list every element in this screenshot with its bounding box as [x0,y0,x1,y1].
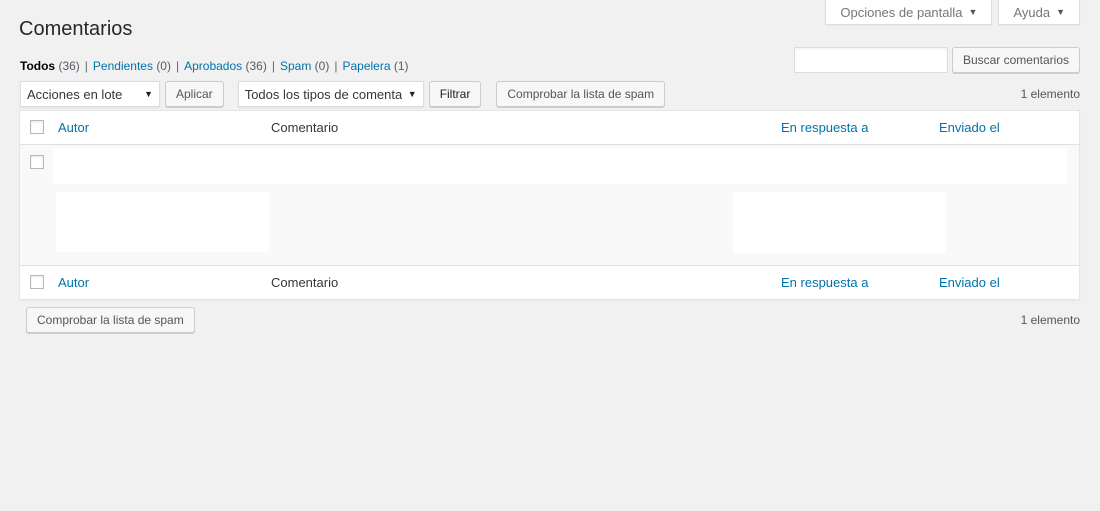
search-input[interactable] [793,47,948,73]
column-submitted[interactable]: Enviado el [939,120,1000,135]
item-count: 1 elemento [1020,87,1080,101]
filter-all[interactable]: Todos (36) [20,59,80,73]
comment-type-select[interactable]: Todos los tipos de comentarios ▼ [237,81,424,107]
select-all-checkbox[interactable] [30,120,44,134]
filter-pending[interactable]: Pendientes [93,59,153,73]
table-row [20,145,1079,265]
column-author[interactable]: Autor [58,275,89,290]
table-header: Autor Comentario En respuesta a Enviado … [20,111,1079,145]
status-filters: Todos (36) | Pendientes (0) | Aprobados (36)… [20,59,409,73]
caret-down-icon: ▼ [407,89,417,99]
filter-approved[interactable]: Aprobados [184,59,242,73]
bulk-actions-select[interactable]: Acciones en lote ▼ [20,81,160,107]
redacted-area [56,192,269,252]
caret-down-icon: ▼ [968,7,978,17]
filter-trash[interactable]: Papelera [342,59,390,73]
redacted-area [733,192,946,254]
apply-button[interactable]: Aplicar [165,81,224,107]
comment-type-label: Todos los tipos de comentarios [244,86,402,102]
row-checkbox[interactable] [30,155,44,169]
bulk-actions-label: Acciones en lote [27,86,123,102]
comments-table: Autor Comentario En respuesta a Enviado … [19,110,1080,300]
column-comment: Comentario [271,120,339,135]
help-button[interactable]: Ayuda ▼ [998,0,1080,25]
search-box: Buscar comentarios [793,47,1080,73]
tablenav-bottom: Comprobar la lista de spam 1 elemento [20,307,1080,333]
caret-down-icon: ▼ [144,89,153,99]
tablenav-top: Acciones en lote ▼ Aplicar Todos los tip… [20,81,1080,107]
column-in-response-to[interactable]: En respuesta a [781,275,868,290]
screen-meta-links: Opciones de pantalla ▼ Ayuda ▼ [825,0,1080,25]
filter-button[interactable]: Filtrar [428,81,482,107]
screen-options-label: Opciones de pantalla [840,4,963,20]
screen-options-button[interactable]: Opciones de pantalla ▼ [825,0,993,25]
check-spam-button[interactable]: Comprobar la lista de spam [496,81,666,107]
item-count: 1 elemento [1020,313,1080,327]
check-spam-button[interactable]: Comprobar la lista de spam [26,307,195,333]
page-title: Comentarios [19,18,133,40]
filter-spam[interactable]: Spam [280,59,311,73]
redacted-area [53,148,1067,184]
help-label: Ayuda [1013,4,1051,20]
column-submitted[interactable]: Enviado el [939,275,1000,290]
search-comments-button[interactable]: Buscar comentarios [951,47,1080,73]
table-footer: Autor Comentario En respuesta a Enviado … [20,265,1079,299]
caret-down-icon: ▼ [1056,7,1065,17]
column-comment: Comentario [271,275,339,290]
column-author[interactable]: Autor [58,120,89,135]
select-all-checkbox[interactable] [30,275,44,289]
column-in-response-to[interactable]: En respuesta a [781,120,868,135]
